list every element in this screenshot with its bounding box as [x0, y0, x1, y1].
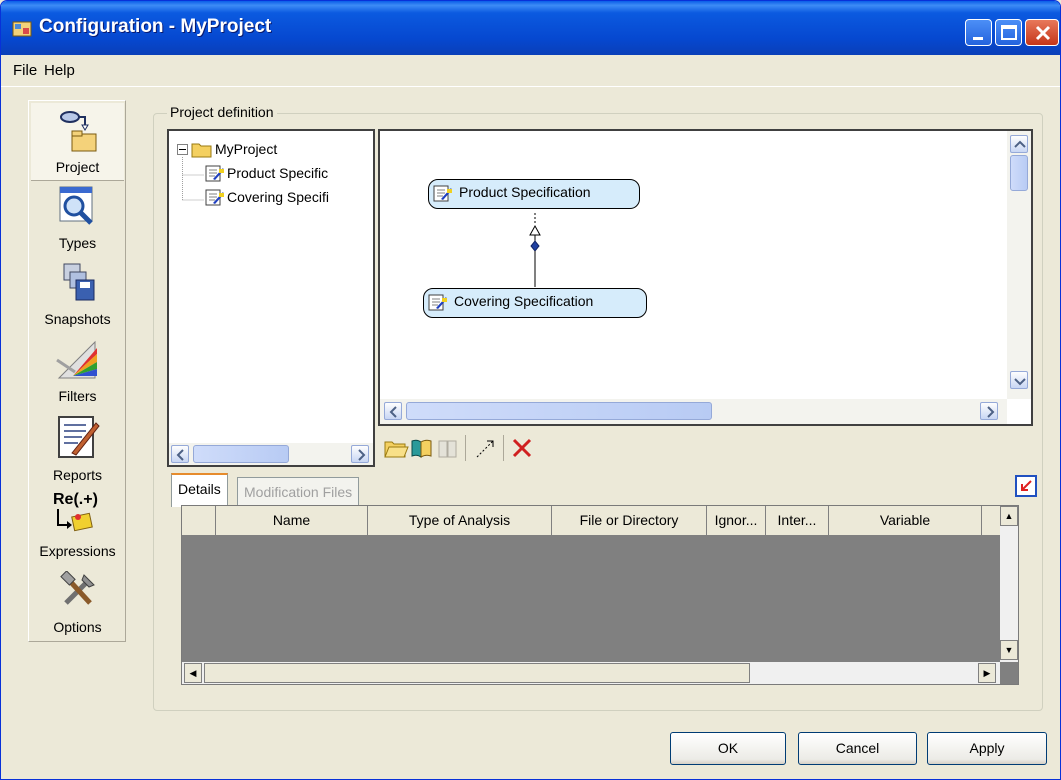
- details-grid[interactable]: Name Type of Analysis File or Directory …: [181, 505, 1019, 685]
- column-name[interactable]: Name: [216, 506, 368, 536]
- scroll-thumb[interactable]: [193, 445, 289, 463]
- open-book-icon[interactable]: [409, 435, 435, 461]
- reports-icon: [57, 416, 100, 458]
- window-title: Configuration - MyProject: [39, 16, 272, 37]
- spec-icon: [205, 165, 224, 182]
- sidebar-label-types: Types: [58, 235, 97, 251]
- filters-icon: [55, 340, 97, 379]
- column-file-or-directory[interactable]: File or Directory: [552, 506, 707, 536]
- scroll-right-button[interactable]: [351, 445, 369, 463]
- tab-details[interactable]: Details: [171, 473, 228, 507]
- title-bar[interactable]: Configuration - MyProject: [1, 1, 1060, 55]
- toolbar-separator: [503, 435, 504, 461]
- link-icon[interactable]: [473, 435, 499, 461]
- snapshots-icon: [63, 263, 94, 301]
- tree-child-label: Covering Specifi: [227, 189, 329, 205]
- spec-icon: [428, 294, 447, 311]
- scroll-up-button[interactable]: [1010, 135, 1028, 153]
- scroll-thumb[interactable]: [1010, 155, 1028, 191]
- spec-icon: [205, 189, 224, 206]
- scroll-up-button[interactable]: ▲: [1000, 506, 1018, 526]
- menu-bar: File Help: [1, 55, 1060, 87]
- row-header-corner: [182, 506, 216, 536]
- open-folder-icon[interactable]: [383, 435, 409, 461]
- spec-icon: [433, 185, 452, 202]
- scroll-right-button[interactable]: [980, 402, 998, 420]
- sidebar-item-snapshots[interactable]: Snapshots: [31, 257, 124, 335]
- column-type-of-analysis[interactable]: Type of Analysis: [368, 506, 552, 536]
- node-label: Covering Specification: [454, 293, 594, 309]
- tree-child-label: Product Specific: [227, 165, 329, 181]
- sidebar-item-expressions[interactable]: Re(.+) Expressions: [31, 489, 124, 567]
- menu-file[interactable]: File: [13, 62, 37, 79]
- close-button[interactable]: [1025, 19, 1059, 46]
- sidebar-item-reports[interactable]: Reports: [31, 411, 124, 489]
- scroll-left-button[interactable]: [171, 445, 189, 463]
- scroll-thumb[interactable]: [204, 663, 750, 683]
- sidebar-item-options[interactable]: Options: [31, 567, 124, 645]
- book-disabled-icon: [438, 440, 457, 458]
- scroll-left-button[interactable]: ◀: [184, 663, 202, 683]
- sidebar-item-project[interactable]: Project: [31, 103, 124, 181]
- diagram-node-covering-specification[interactable]: Covering Specification: [423, 288, 647, 318]
- options-icon: [59, 571, 95, 605]
- toolbar-separator: [465, 435, 466, 461]
- scroll-down-button[interactable]: ▼: [1000, 640, 1018, 660]
- column-filler: [982, 506, 1002, 536]
- types-icon: [59, 186, 93, 225]
- column-inter[interactable]: Inter...: [766, 506, 829, 536]
- apply-button[interactable]: Apply: [927, 732, 1047, 765]
- grid-hscrollbar[interactable]: ◀ ▶: [182, 662, 1000, 684]
- app-icon: [12, 21, 32, 37]
- cancel-button[interactable]: Cancel: [798, 732, 917, 765]
- configuration-window: Configuration - MyProject File Help Proj…: [0, 0, 1061, 780]
- scroll-left-button[interactable]: [384, 402, 402, 420]
- expressions-icon: [57, 509, 93, 532]
- scroll-right-button[interactable]: ▶: [978, 663, 996, 683]
- column-variable[interactable]: Variable: [829, 506, 982, 536]
- project-tree[interactable]: MyProject Product Specific Covering Spec…: [167, 129, 375, 467]
- menu-help[interactable]: Help: [44, 62, 75, 79]
- ok-button[interactable]: OK: [670, 732, 786, 765]
- column-ignore[interactable]: Ignor...: [707, 506, 766, 536]
- sidebar-label-filters: Filters: [58, 388, 97, 404]
- external-window-icon[interactable]: [1015, 475, 1037, 497]
- sidebar-label-project: Project: [55, 159, 100, 175]
- diagram-node-product-specification[interactable]: Product Specification: [428, 179, 640, 209]
- grid-header: Name Type of Analysis File or Directory …: [182, 506, 1002, 536]
- scroll-thumb[interactable]: [406, 402, 712, 420]
- sidebar-item-filters[interactable]: Filters: [31, 334, 124, 412]
- project-icon: [59, 111, 96, 152]
- diagram-hscrollbar[interactable]: [380, 399, 1007, 424]
- scroll-down-button[interactable]: [1010, 371, 1028, 389]
- diagram-vscrollbar[interactable]: [1007, 131, 1031, 399]
- sidebar: Project Types Snapshots Filters Reports …: [28, 100, 126, 642]
- sidebar-item-types[interactable]: Types: [31, 181, 124, 259]
- diagram-canvas[interactable]: Product Specification Covering Specifica…: [378, 129, 1033, 426]
- tree-root-label: MyProject: [215, 141, 278, 157]
- delete-icon[interactable]: [509, 435, 535, 461]
- expressions-icon-text: Re(.+): [53, 491, 98, 508]
- collapse-icon[interactable]: [177, 144, 188, 155]
- maximize-button[interactable]: [995, 19, 1022, 46]
- inheritance-connector: [529, 213, 541, 287]
- diagram-toolbar: [381, 433, 561, 465]
- sidebar-label-reports: Reports: [52, 467, 103, 483]
- tab-modification-files: Modification Files: [237, 477, 360, 507]
- project-definition-label: Project definition: [167, 104, 277, 120]
- sidebar-label-expressions: Expressions: [39, 543, 116, 559]
- sidebar-label-snapshots: Snapshots: [44, 311, 111, 327]
- tree-hscrollbar[interactable]: [169, 443, 373, 465]
- node-label: Product Specification: [459, 184, 591, 200]
- grid-vscrollbar[interactable]: ▲ ▼: [1000, 506, 1018, 662]
- minimize-button[interactable]: [965, 19, 992, 46]
- sidebar-label-options: Options: [53, 619, 102, 635]
